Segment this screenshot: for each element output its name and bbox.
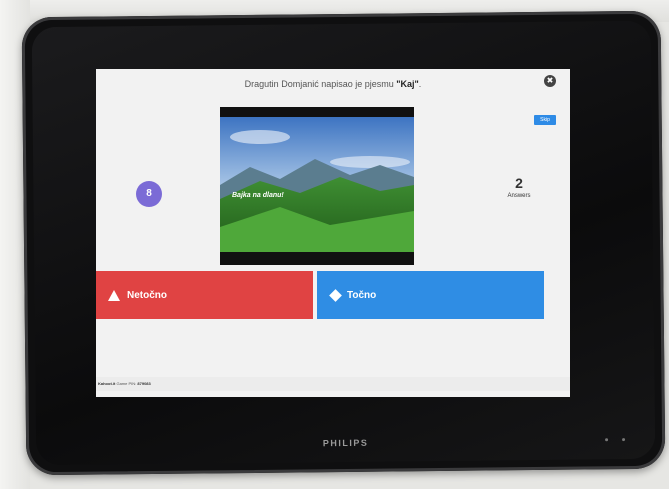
answer-option-true[interactable]: Točno: [317, 271, 544, 319]
answers-count-number: 2: [515, 175, 523, 191]
skip-button[interactable]: Skip: [534, 115, 556, 125]
triangle-icon: [108, 289, 120, 301]
sensor-dots: [605, 438, 626, 442]
answer-option-label: Točno: [347, 289, 377, 301]
question-prefix: Dragutin Domjanić napisao je pjesmu: [244, 79, 397, 89]
question-highlight: "Kaj": [396, 79, 419, 89]
answers-counter: 2 Answers: [494, 175, 544, 199]
quiz-screen: Dragutin Domjanić napisao je pjesmu "Kaj…: [96, 69, 570, 397]
diamond-icon: [329, 288, 342, 302]
answer-option-label: Netočno: [127, 289, 167, 301]
answer-option-false[interactable]: Netočno: [96, 271, 313, 319]
status-footer: Kahoot.it Game PIN: 879083: [96, 377, 570, 391]
countdown-timer: 8: [136, 181, 162, 207]
image-caption: Bajka na dlanu!: [232, 192, 284, 199]
footer-site: Kahoot.it: [98, 381, 116, 386]
footer-pin-label: Game PIN:: [116, 381, 137, 386]
question-suffix: .: [418, 79, 422, 89]
answers-count-label: Answers: [507, 193, 531, 199]
question-text: Dragutin Domjanić napisao je pjesmu "Kaj…: [96, 79, 570, 89]
landscape-illustration: Bajka na dlanu!: [220, 107, 414, 265]
close-icon[interactable]: ✖: [544, 75, 556, 87]
footer-pin: 879083: [137, 381, 151, 386]
question-image: Bajka na dlanu!: [220, 107, 414, 265]
